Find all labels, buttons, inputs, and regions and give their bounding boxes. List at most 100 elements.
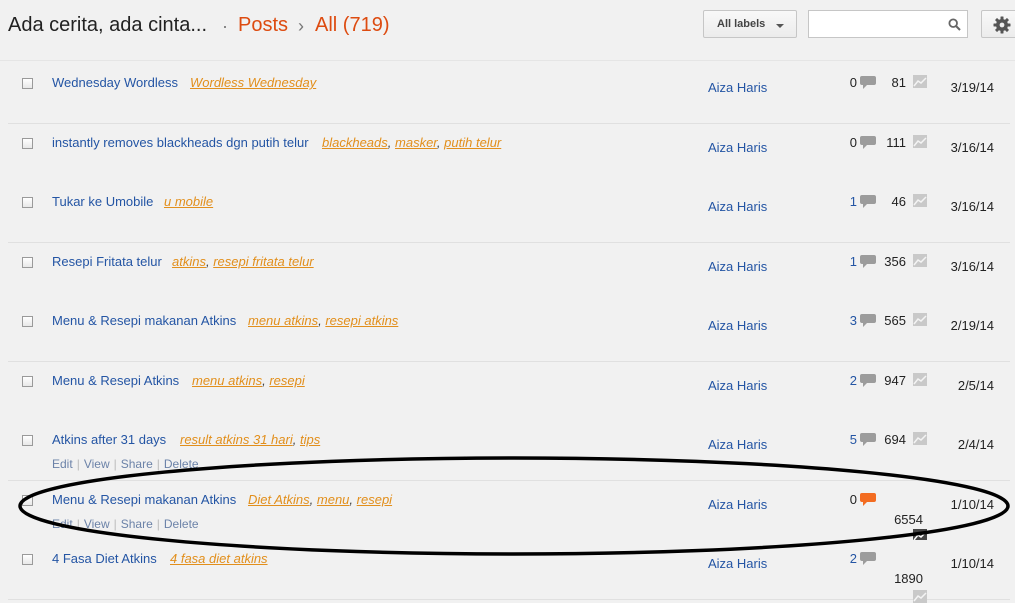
breadcrumb-arrow: › [298,16,304,36]
post-action-view[interactable]: View [84,457,110,471]
post-row: Wednesday Wordless Wordless Wednesday Aiza… [8,64,1010,124]
post-author-link[interactable]: Aiza Haris [708,556,767,571]
post-checkbox[interactable] [22,78,33,89]
post-label-link[interactable]: result atkins 31 hari [180,432,293,447]
post-checkbox[interactable] [22,197,33,208]
breadcrumb-all-count[interactable]: All (719) [315,14,389,37]
pageviews-chart-icon[interactable] [913,135,927,148]
post-checkbox[interactable] [22,435,33,446]
post-checkbox[interactable] [22,257,33,268]
post-title-link[interactable]: Resepi Fritata telur [52,254,162,269]
post-action-share[interactable]: Share [121,457,153,471]
post-label-link[interactable]: Diet Atkins [248,492,310,507]
action-separator: | [113,457,117,471]
post-label-link[interactable]: resepi fritata telur [213,254,313,269]
comment-count[interactable]: 2 [843,373,857,388]
post-author-link[interactable]: Aiza Haris [708,259,767,274]
post-label-link[interactable]: putih telur [444,135,501,150]
pageviews-chart-icon[interactable] [913,254,927,267]
pageview-count: 81 [891,75,906,90]
pageview-count: 6554 [894,512,923,527]
comment-bubble-icon[interactable] [860,552,876,565]
post-title-link[interactable]: Menu & Resepi makanan Atkins [52,492,236,507]
post-action-edit[interactable]: Edit [52,517,73,531]
gear-icon [993,16,1011,34]
pageviews-chart-icon[interactable] [913,373,927,386]
post-title-link[interactable]: Menu & Resepi makanan Atkins [52,313,236,328]
post-checkbox[interactable] [22,316,33,327]
post-checkbox[interactable] [22,495,33,506]
comment-bubble-icon[interactable] [860,493,876,506]
settings-button[interactable] [981,10,1015,38]
blog-title[interactable]: Ada cerita, ada cinta... [8,14,207,37]
post-date: 3/16/14 [950,259,994,274]
post-label-link[interactable]: menu atkins [248,313,318,328]
pageviews-chart-icon[interactable] [913,194,927,207]
post-actions: Edit | View | Share | Delete [52,457,199,471]
all-labels-dropdown[interactable]: All labels [703,10,797,38]
pageviews-chart-icon[interactable] [913,432,927,445]
post-label-link[interactable]: 4 fasa diet atkins [170,551,268,566]
post-title-link[interactable]: Menu & Resepi Atkins [52,373,179,388]
comment-count[interactable]: 1 [843,194,857,209]
post-action-view[interactable]: View [84,517,110,531]
post-author-link[interactable]: Aiza Haris [708,80,767,95]
label-separator: , [349,492,357,507]
search-box[interactable] [808,10,968,38]
post-action-share[interactable]: Share [121,517,153,531]
post-labels: atkins, resepi fritata telur [172,254,314,269]
post-author-link[interactable]: Aiza Haris [708,199,767,214]
post-title-link[interactable]: 4 Fasa Diet Atkins [52,551,157,566]
post-label-link[interactable]: menu atkins [192,373,262,388]
post-labels: menu atkins, resepi atkins [248,313,398,328]
post-title-link[interactable]: Atkins after 31 days [52,432,166,447]
post-label-link[interactable]: atkins [172,254,206,269]
pageviews-chart-icon[interactable] [913,75,927,88]
post-title-link[interactable]: Tukar ke Umobile [52,194,153,209]
post-checkbox[interactable] [22,376,33,387]
post-date: 3/19/14 [950,80,994,95]
comment-count[interactable]: 0 [843,492,857,507]
post-action-delete[interactable]: Delete [164,457,199,471]
post-label-link[interactable]: resepi atkins [325,313,398,328]
post-row: instantly removes blackheads dgn putih t… [8,124,1010,184]
post-label-link[interactable]: resepi [269,373,304,388]
post-action-delete[interactable]: Delete [164,517,199,531]
post-title-link[interactable]: instantly removes blackheads dgn putih t… [52,135,309,150]
post-labels: menu atkins, resepi [192,373,305,388]
post-action-edit[interactable]: Edit [52,457,73,471]
comment-count[interactable]: 2 [843,551,857,566]
post-title-link[interactable]: Wednesday Wordless [52,75,178,90]
pageview-count: 356 [884,254,906,269]
chevron-down-icon [776,24,784,28]
comment-count[interactable]: 5 [843,432,857,447]
breadcrumb-posts[interactable]: Posts [238,14,288,37]
comment-count[interactable]: 0 [843,135,857,150]
post-labels: result atkins 31 hari, tips [180,432,320,447]
post-label-link[interactable]: masker [395,135,437,150]
pageviews-chart-icon[interactable] [913,590,927,603]
post-checkbox[interactable] [22,554,33,565]
search-input[interactable] [813,12,947,38]
search-icon[interactable] [948,18,961,31]
post-labels: u mobile [164,194,213,209]
post-label-link[interactable]: resepi [357,492,392,507]
post-author-link[interactable]: Aiza Haris [708,318,767,333]
pageviews-chart-icon[interactable] [913,313,927,326]
breadcrumb-separator-dot: · [222,16,228,36]
post-label-link[interactable]: blackheads [322,135,388,150]
post-label-link[interactable]: menu [317,492,350,507]
post-label-link[interactable]: u mobile [164,194,213,209]
post-author-link[interactable]: Aiza Haris [708,497,767,512]
post-author-link[interactable]: Aiza Haris [708,378,767,393]
label-separator: , [387,135,396,150]
post-author-link[interactable]: Aiza Haris [708,437,767,452]
post-date: 3/16/14 [950,140,994,155]
post-label-link[interactable]: tips [300,432,320,447]
post-checkbox[interactable] [22,138,33,149]
post-author-link[interactable]: Aiza Haris [708,140,767,155]
comment-count[interactable]: 3 [843,313,857,328]
comment-count[interactable]: 1 [843,254,857,269]
comment-count[interactable]: 0 [843,75,857,90]
post-label-link[interactable]: Wordless Wednesday [190,75,316,90]
